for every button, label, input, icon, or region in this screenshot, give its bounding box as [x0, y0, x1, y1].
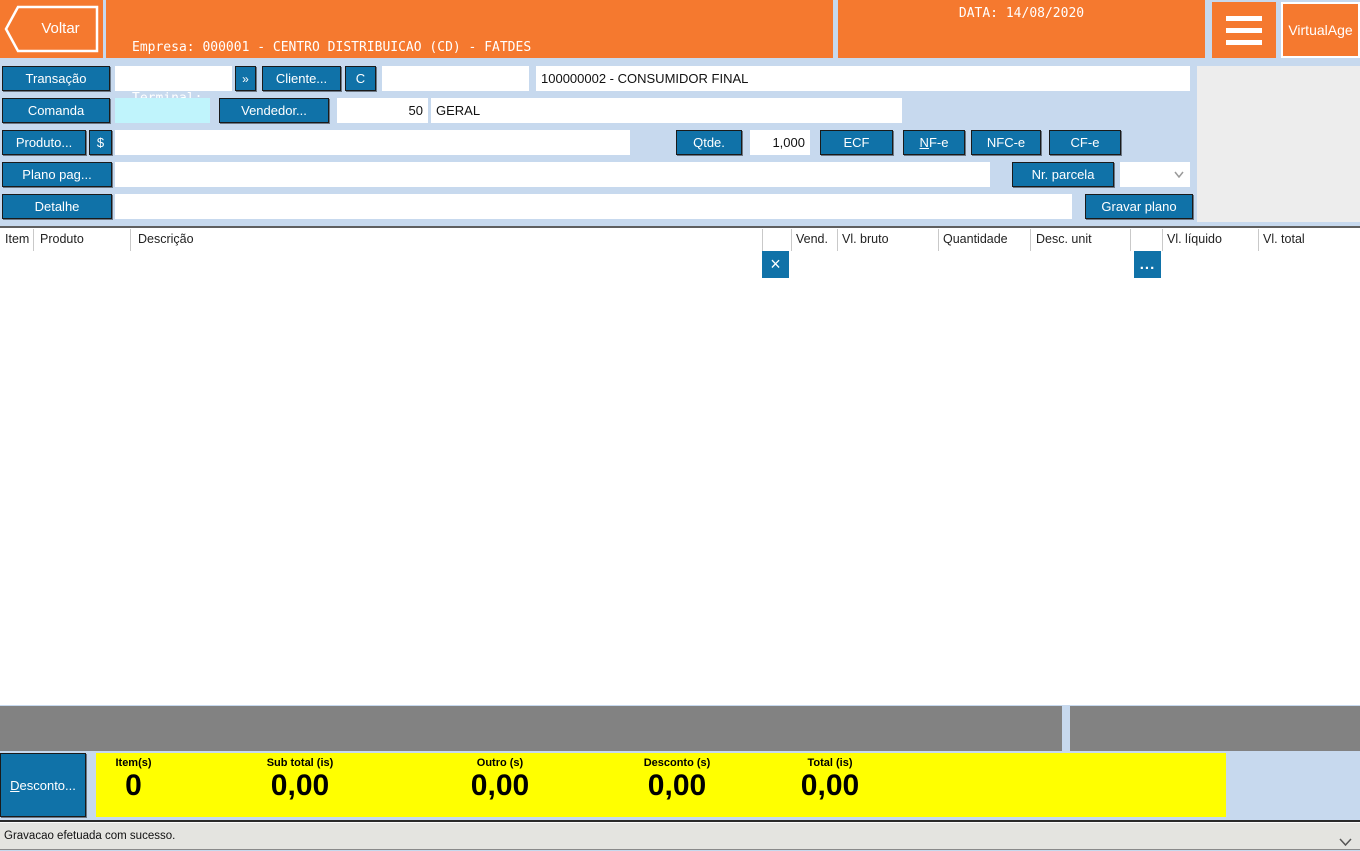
expand-button[interactable]: »	[235, 66, 256, 91]
status-expand-button[interactable]	[1339, 833, 1352, 851]
ellipsis-icon: ...	[1140, 256, 1156, 273]
hamburger-icon	[1226, 16, 1262, 21]
col-desc-unit: Desc. unit	[1036, 232, 1092, 246]
gravar-plano-button[interactable]: Gravar plano	[1085, 194, 1193, 219]
nfe-button[interactable]: NF-e	[903, 130, 965, 155]
totals-subtotal: Sub total (is) 0,00	[220, 757, 380, 801]
detalhe-button[interactable]: Detalhe	[2, 194, 112, 219]
qtde-button[interactable]: Qtde.	[676, 130, 742, 155]
totals-outro-label: Outro (s)	[420, 757, 580, 769]
col-descricao: Descrição	[138, 232, 194, 246]
comanda-button-label: Comanda	[28, 103, 84, 118]
plano-pag-input[interactable]	[115, 162, 990, 187]
totals-items-label: Item(s)	[86, 757, 181, 769]
comanda-input[interactable]	[115, 98, 210, 123]
ecf-button-label: ECF	[844, 135, 870, 150]
status-bar: Gravacao efetuada com sucesso.	[0, 822, 1360, 850]
nr-parcela-button-label: Nr. parcela	[1032, 167, 1095, 182]
col-quantidade: Quantidade	[943, 232, 1008, 246]
col-produto: Produto	[40, 232, 84, 246]
gravar-plano-button-label: Gravar plano	[1101, 199, 1176, 214]
menu-button[interactable]	[1212, 2, 1276, 58]
vendedor-code-input[interactable]	[337, 98, 428, 123]
items-table: Item Produto Descrição Vend. Vl. bruto Q…	[0, 228, 1360, 705]
transacao-button-label: Transação	[26, 71, 87, 86]
totals-total-label: Total (is)	[750, 757, 910, 769]
back-button[interactable]: Voltar	[3, 4, 100, 54]
back-button-label: Voltar	[21, 4, 100, 52]
cliente-button[interactable]: Cliente...	[262, 66, 341, 91]
cliente-code-input[interactable]	[382, 66, 529, 91]
transacao-button[interactable]: Transação	[2, 66, 110, 91]
detalhe-input[interactable]	[115, 194, 1072, 219]
cliente-display: 100000002 - CONSUMIDOR FINAL	[536, 66, 1190, 91]
transacao-input[interactable]	[115, 66, 232, 91]
col-item: Item	[5, 232, 29, 246]
header-info-section: Empresa: 000001 - CENTRO DISTRIBUICAO (C…	[106, 0, 833, 58]
nfe-button-label: NF-e	[920, 135, 949, 150]
produto-button[interactable]: Produto...	[2, 130, 86, 155]
cliente-c-button[interactable]: C	[345, 66, 376, 91]
col-vl-liquido: Vl. líquido	[1167, 232, 1222, 246]
side-panel	[1197, 66, 1360, 222]
totals-outro: Outro (s) 0,00	[420, 757, 580, 801]
detalhe-button-label: Detalhe	[35, 199, 80, 214]
totals-total-value: 0,00	[750, 771, 910, 801]
col-vl-total: Vl. total	[1263, 232, 1305, 246]
expand-button-label: »	[242, 72, 249, 86]
nr-parcela-button[interactable]: Nr. parcela	[1012, 162, 1114, 187]
totals-subtotal-value: 0,00	[220, 771, 380, 801]
totals-bar: Item(s) 0 Sub total (is) 0,00 Outro (s) …	[96, 753, 1226, 817]
bottom-gray-panel-left	[0, 706, 1062, 751]
chevron-down-icon	[1174, 171, 1184, 178]
vendedor-name-display: GERAL	[431, 98, 902, 123]
desconto-button-label: Desconto...	[10, 778, 76, 793]
row-more-button[interactable]: ...	[1134, 251, 1161, 278]
dollar-icon: $	[97, 135, 104, 150]
qtde-button-label: Qtde.	[693, 135, 725, 150]
cliente-button-label: Cliente...	[276, 71, 327, 86]
totals-items-value: 0	[86, 771, 181, 801]
produto-input[interactable]	[115, 130, 630, 155]
brand-logo: VirtualAge	[1281, 2, 1360, 58]
chevron-down-icon	[1339, 838, 1352, 846]
money-button[interactable]: $	[89, 130, 112, 155]
col-vl-bruto: Vl. bruto	[842, 232, 889, 246]
totals-desconto-label: Desconto (s)	[597, 757, 757, 769]
header-date-section: DATA: 14/08/2020	[838, 0, 1205, 58]
plano-pag-button-label: Plano pag...	[22, 167, 91, 182]
vendedor-button-label: Vendedor...	[241, 103, 307, 118]
cfe-button-label: CF-e	[1071, 135, 1100, 150]
plano-pag-button[interactable]: Plano pag...	[2, 162, 112, 187]
cliente-c-button-label: C	[356, 71, 365, 86]
totals-outro-value: 0,00	[420, 771, 580, 801]
brand-label: VirtualAge	[1288, 22, 1352, 38]
date-label: DATA: 14/08/2020	[838, 0, 1205, 21]
header-back-section: Voltar	[0, 0, 103, 58]
bottom-gray-panel-right	[1070, 706, 1360, 751]
cfe-button[interactable]: CF-e	[1049, 130, 1121, 155]
totals-desconto-value: 0,00	[597, 771, 757, 801]
col-vend: Vend.	[796, 232, 828, 246]
nr-parcela-select[interactable]	[1120, 162, 1190, 187]
ecf-button[interactable]: ECF	[820, 130, 893, 155]
desconto-button[interactable]: Desconto...	[0, 753, 86, 817]
delete-row-button[interactable]: ×	[762, 251, 789, 278]
produto-button-label: Produto...	[16, 135, 72, 150]
nfce-button[interactable]: NFC-e	[971, 130, 1041, 155]
totals-subtotal-label: Sub total (is)	[220, 757, 380, 769]
qtde-input[interactable]	[750, 130, 810, 155]
header-empresa-line: Empresa: 000001 - CENTRO DISTRIBUICAO (C…	[132, 39, 833, 56]
comanda-button[interactable]: Comanda	[2, 98, 110, 123]
totals-total: Total (is) 0,00	[750, 757, 910, 801]
totals-desconto: Desconto (s) 0,00	[597, 757, 757, 801]
vendedor-button[interactable]: Vendedor...	[219, 98, 329, 123]
nfce-button-label: NFC-e	[987, 135, 1025, 150]
status-message: Gravacao efetuada com sucesso.	[0, 830, 175, 842]
close-icon: ×	[770, 254, 781, 275]
totals-items: Item(s) 0	[86, 757, 181, 801]
